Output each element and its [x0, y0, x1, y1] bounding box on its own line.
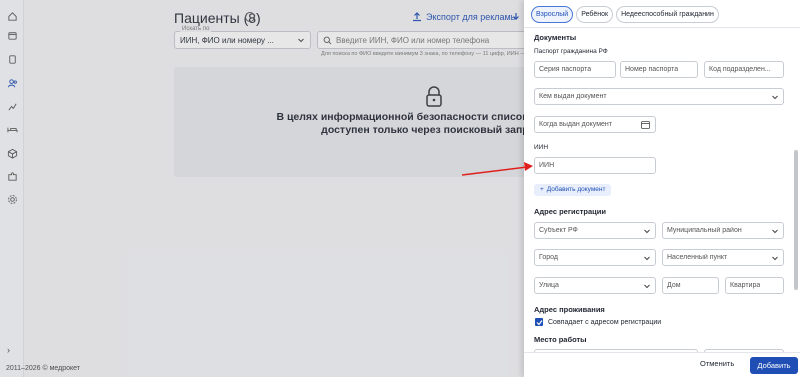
chevron-down-icon — [771, 93, 779, 101]
settlement-select[interactable]: Населенный пункт — [662, 249, 784, 266]
city-placeholder: Город — [539, 254, 558, 261]
issue-date-field[interactable]: Когда выдан документ — [534, 116, 656, 133]
settlement-placeholder: Населенный пункт — [667, 254, 728, 261]
add-document-button[interactable]: + Добавить документ — [534, 184, 612, 196]
chevron-down-icon — [771, 227, 779, 235]
passport-label: Паспорт гражданина РФ — [534, 48, 608, 55]
apartment-field[interactable]: Квартира — [725, 277, 784, 294]
patient-type-tabs: Взрослый Ребёнок Недееспособный граждани… — [531, 6, 719, 23]
division-code-placeholder: Код подразделен... — [709, 66, 771, 73]
add-button[interactable]: Добавить — [750, 357, 798, 374]
registration-heading: Адрес регистрации — [534, 207, 607, 216]
chevron-down-icon — [643, 227, 651, 235]
add-document-label: Добавить документ — [546, 186, 606, 193]
tab-incapacitated[interactable]: Недееспособный гражданин — [616, 6, 719, 23]
street-select[interactable]: Улица — [534, 277, 656, 294]
chevron-down-icon — [643, 254, 651, 262]
chevron-down-icon — [643, 282, 651, 290]
iin-placeholder: ИИН — [539, 162, 555, 169]
street-placeholder: Улица — [539, 282, 559, 289]
same-as-registration-checkbox[interactable]: Совпадает с адресом регистрации — [535, 318, 661, 326]
add-patient-drawer: Взрослый Ребёнок Недееспособный граждани… — [524, 0, 800, 377]
city-select[interactable]: Город — [534, 249, 656, 266]
drawer-footer: Отменить Добавить — [524, 352, 800, 377]
passport-series-placeholder: Серия паспорта — [539, 66, 592, 73]
work-heading: Место работы — [534, 335, 587, 344]
district-select[interactable]: Муниципальный район — [662, 222, 784, 239]
cancel-button[interactable]: Отменить — [700, 359, 734, 368]
scrollbar[interactable] — [794, 150, 798, 290]
tab-child[interactable]: Ребёнок — [576, 6, 614, 23]
checkbox-checked-icon[interactable] — [535, 318, 543, 326]
district-placeholder: Муниципальный район — [667, 227, 742, 234]
subject-placeholder: Субъект РФ — [539, 227, 578, 234]
division-code-field[interactable]: Код подразделен... — [704, 61, 784, 78]
residence-heading: Адрес проживания — [534, 305, 605, 314]
passport-number-field[interactable]: Номер паспорта — [620, 61, 698, 78]
documents-heading: Документы — [534, 33, 577, 42]
house-field[interactable]: Дом — [662, 277, 719, 294]
apartment-placeholder: Квартира — [730, 282, 761, 289]
subject-select[interactable]: Субъект РФ — [534, 222, 656, 239]
chevron-down-icon — [771, 254, 779, 262]
passport-number-placeholder: Номер паспорта — [625, 66, 679, 73]
tab-adult[interactable]: Взрослый — [531, 6, 574, 23]
same-as-registration-label: Совпадает с адресом регистрации — [548, 318, 662, 326]
passport-series-field[interactable]: Серия паспорта — [534, 61, 616, 78]
issued-by-placeholder: Кем выдан документ — [539, 93, 607, 100]
divider — [524, 27, 800, 28]
calendar-icon[interactable] — [641, 120, 650, 129]
iin-field[interactable]: ИИН — [534, 157, 656, 174]
house-placeholder: Дом — [667, 282, 681, 289]
iin-label: ИИН — [534, 144, 549, 151]
issue-date-placeholder: Когда выдан документ — [539, 121, 612, 128]
plus-icon: + — [540, 186, 544, 193]
issued-by-select[interactable]: Кем выдан документ — [534, 88, 784, 105]
